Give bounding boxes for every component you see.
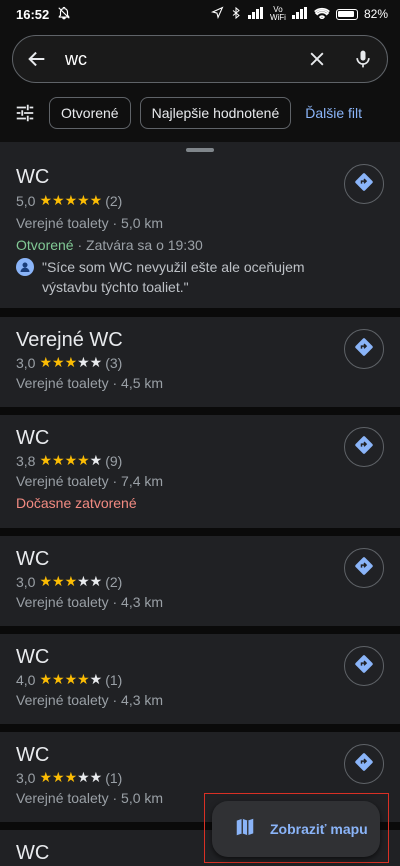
result-card[interactable]: WC 3,0 ★★★★★ (2) Verejné toalety · 4,3 k… [0, 536, 400, 626]
star-rating-icon: ★★★★★ [39, 354, 103, 370]
bluetooth-icon [230, 6, 242, 23]
result-category: Verejné toalety · 4,3 km [16, 594, 164, 610]
review-text: "Síce som WC nevyužil ešte ale oceňujem … [42, 259, 305, 295]
show-map-button[interactable]: Zobraziť mapu [212, 801, 380, 857]
rating-row: 3,0 ★★★★★ (1) [16, 769, 122, 786]
wifi-icon [314, 7, 330, 22]
result-title: WC [16, 166, 50, 188]
result-title: WC [16, 427, 50, 449]
directions-button[interactable] [344, 646, 384, 686]
sheet-drag-handle[interactable] [186, 148, 214, 152]
search-bar[interactable]: wc [12, 35, 388, 83]
more-filters-link[interactable]: Ďalšie filt [305, 105, 362, 121]
chip-open-now[interactable]: Otvorené [49, 97, 131, 129]
result-card[interactable]: WC 3,8 ★★★★★ (9) Verejné toalety · 7,4 k… [0, 415, 400, 528]
review-count: (1) [105, 769, 123, 786]
show-map-label: Zobraziť mapu [270, 821, 368, 837]
review-snippet: "Síce som WC nevyužil ešte ale oceňujem … [16, 257, 336, 297]
rating-value: 3,0 [16, 769, 36, 786]
directions-button[interactable] [344, 329, 384, 369]
signal-icon [247, 6, 264, 22]
result-category: Verejné toalety · 4,5 km [16, 375, 164, 391]
directions-icon [354, 337, 374, 362]
star-rating-icon: ★★★★★ [39, 192, 103, 208]
rating-row: 4,0 ★★★★★ (1) [16, 671, 122, 688]
result-card[interactable]: Verejné WC 3,0 ★★★★★ (3) Verejné toalety… [0, 317, 400, 407]
directions-icon [354, 752, 374, 777]
vowifi-icon: Vo WiFi [269, 5, 286, 22]
result-category: Verejné toalety · 4,3 km [16, 692, 164, 708]
review-count: (3) [105, 354, 123, 371]
result-title: Verejné WC [16, 329, 123, 351]
review-count: (9) [105, 452, 123, 469]
star-rating-icon: ★★★★★ [39, 769, 103, 785]
directions-button[interactable] [344, 427, 384, 467]
microphone-icon[interactable] [351, 47, 375, 71]
rating-value: 4,0 [16, 671, 36, 688]
show-map-highlight: Zobraziť mapu [204, 793, 389, 863]
review-count: (1) [105, 671, 123, 688]
rating-row: 3,8 ★★★★★ (9) [16, 452, 122, 469]
review-count: (2) [105, 192, 123, 209]
opening-status: Otvorené · Zatvára sa o 19:30 [16, 237, 203, 253]
star-rating-icon: ★★★★★ [39, 452, 103, 468]
chip-top-rated[interactable]: Najlepšie hodnotené [139, 97, 292, 129]
rating-row: 5,0 ★★★★★ (2) [16, 192, 122, 209]
directions-button[interactable] [344, 164, 384, 204]
result-category: Verejné toalety · 7,4 km [16, 473, 164, 489]
rating-value: 3,8 [16, 452, 36, 469]
results-sheet[interactable]: WC 5,0 ★★★★★ (2) Verejné toalety · 5,0 k… [0, 142, 400, 866]
directions-button[interactable] [344, 548, 384, 588]
battery-icon [335, 8, 358, 20]
map-icon [234, 816, 256, 843]
result-title: WC [16, 548, 50, 570]
signal-icon-2 [291, 6, 308, 22]
result-title: WC [16, 744, 50, 766]
directions-icon [354, 556, 374, 581]
rating-value: 3,0 [16, 573, 36, 590]
star-rating-icon: ★★★★★ [39, 573, 103, 589]
directions-icon [354, 172, 374, 197]
battery-percentage: 82% [363, 7, 388, 21]
opening-status: Dočasne zatvorené [16, 495, 137, 511]
result-title: WC [16, 646, 50, 668]
result-category: Verejné toalety · 5,0 km [16, 790, 164, 806]
rating-row: 3,0 ★★★★★ (3) [16, 354, 122, 371]
rating-row: 3,0 ★★★★★ (2) [16, 573, 122, 590]
review-count: (2) [105, 573, 123, 590]
search-query[interactable]: wc [65, 49, 305, 70]
directions-icon [354, 654, 374, 679]
filter-row: Otvorené Najlepšie hodnotené Ďalšie filt [0, 96, 400, 130]
result-title: WC [16, 842, 50, 864]
rating-value: 5,0 [16, 192, 36, 209]
rating-value: 3,0 [16, 354, 36, 371]
filter-settings-icon[interactable] [13, 101, 37, 125]
clear-icon[interactable] [305, 47, 329, 71]
result-card[interactable]: WC 5,0 ★★★★★ (2) Verejné toalety · 5,0 k… [0, 142, 400, 308]
clock: 16:52 [16, 6, 50, 22]
notifications-off-icon [57, 6, 71, 23]
result-category: Verejné toalety · 5,0 km [16, 215, 164, 231]
directions-icon [354, 435, 374, 460]
navigation-icon [210, 6, 224, 22]
user-avatar-icon [16, 258, 34, 276]
directions-button[interactable] [344, 744, 384, 784]
result-card[interactable]: WC 4,0 ★★★★★ (1) Verejné toalety · 4,3 k… [0, 634, 400, 724]
star-rating-icon: ★★★★★ [39, 671, 103, 687]
status-bar: 16:52 Vo WiFi 82% [0, 0, 400, 28]
back-arrow-icon[interactable] [25, 47, 49, 71]
